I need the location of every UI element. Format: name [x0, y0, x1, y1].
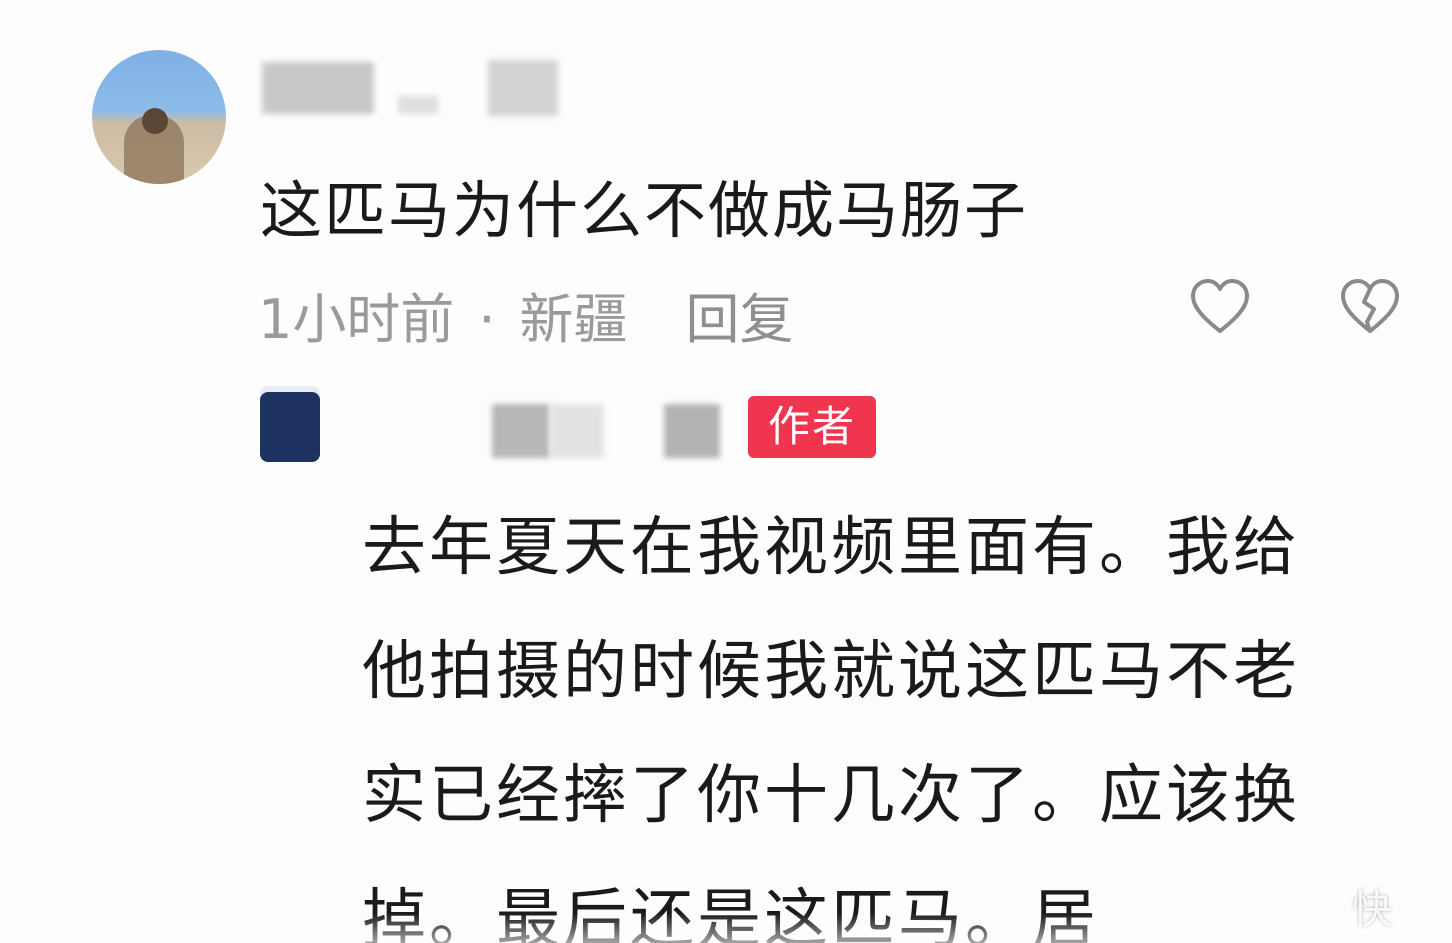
commenter-name-blurred[interactable]: [262, 62, 374, 114]
comment-text: 这匹马为什么不做成马肠子: [260, 174, 1029, 247]
reply-line: 去年夏天在我视频里面有。我给: [362, 511, 1300, 585]
reply-button[interactable]: 回复: [686, 275, 794, 354]
meta-separator: ·: [478, 288, 496, 351]
author-name-blurred-3: [664, 404, 720, 458]
heart-outline-icon[interactable]: [1188, 276, 1252, 340]
reply-line: 实已经摔了你十几次了。应该换: [362, 759, 1300, 833]
author-avatar[interactable]: [260, 392, 320, 462]
reply-line: 掉。最后还是这匹马。居: [362, 883, 1099, 943]
comment-location: 新疆: [519, 288, 628, 351]
comment-meta: 1小时前 · 新疆 回复: [258, 275, 794, 354]
commenter-name-blurred-tail: [398, 96, 438, 114]
commenter-name-blurred-end: [488, 60, 558, 116]
commenter-avatar[interactable]: [92, 50, 226, 184]
broken-heart-icon[interactable]: [1338, 276, 1402, 340]
reply-line: 他拍摄的时候我就说这匹马不老: [362, 635, 1300, 709]
watermark: 快: [1352, 887, 1392, 933]
author-name-blurred[interactable]: [492, 404, 550, 458]
comment-thread: 这匹马为什么不做成马肠子 1小时前 · 新疆 回复 作者 去年夏天在我视频里面有。我给…: [0, 0, 1452, 943]
comment-time: 1小时前: [258, 288, 455, 351]
author-badge: 作者: [748, 396, 876, 458]
avatar-head: [142, 108, 168, 134]
author-name-blurred-2: [550, 404, 604, 458]
reply-text: 去年夏天在我视频里面有。我给 他拍摄的时候我就说这匹马不老 实已经摔了你十几次了…: [362, 486, 1402, 943]
